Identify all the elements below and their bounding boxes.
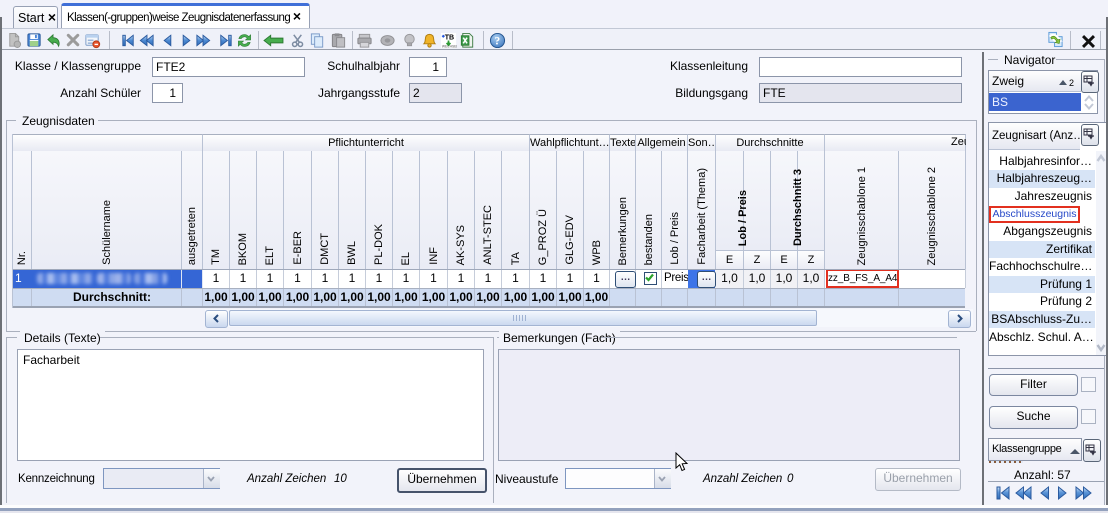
svg-text:TB: TB [445, 34, 454, 42]
svg-text:?: ? [494, 35, 500, 47]
svg-text:WECHSEL: WECHSEL [442, 45, 457, 49]
svg-text:2: 2 [1069, 78, 1074, 87]
